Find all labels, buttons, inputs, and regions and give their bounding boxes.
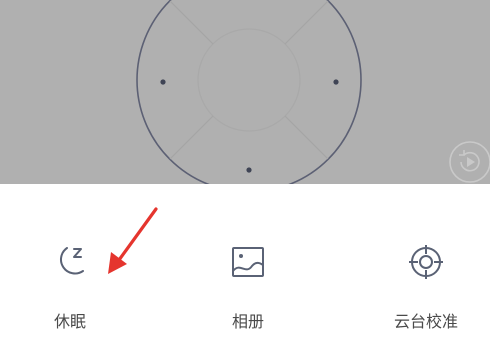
ptz-direction-pad[interactable]: [0, 0, 490, 184]
ptz-center-button[interactable]: [197, 28, 301, 132]
action-bar: 休眠 相册 云台校准: [0, 184, 490, 350]
ptz-calibration-button[interactable]: 云台校准: [356, 184, 490, 350]
replay-button[interactable]: [446, 138, 490, 184]
ptz-calibration-icon: [409, 245, 443, 279]
replay-icon: [449, 141, 490, 183]
ptz-right-button[interactable]: [333, 79, 339, 85]
ptz-calibration-label: 云台校准: [393, 312, 458, 331]
photo-album-icon: [232, 247, 264, 277]
ptz-control-panel: [0, 0, 490, 184]
ptz-left-button[interactable]: [160, 79, 166, 85]
ptz-divider: [169, 115, 214, 160]
ptz-divider: [169, 0, 214, 45]
photo-album-label: 相册: [231, 312, 264, 331]
ptz-down-button[interactable]: [246, 167, 252, 173]
ptz-divider: [284, 115, 329, 160]
sleep-button[interactable]: 休眠: [0, 184, 140, 350]
ptz-outer-ring: [136, 0, 362, 184]
sleep-label: 休眠: [53, 312, 86, 331]
sleep-moon-icon: [60, 247, 84, 275]
ptz-divider: [284, 0, 329, 45]
photo-album-button[interactable]: 相册: [178, 184, 318, 350]
